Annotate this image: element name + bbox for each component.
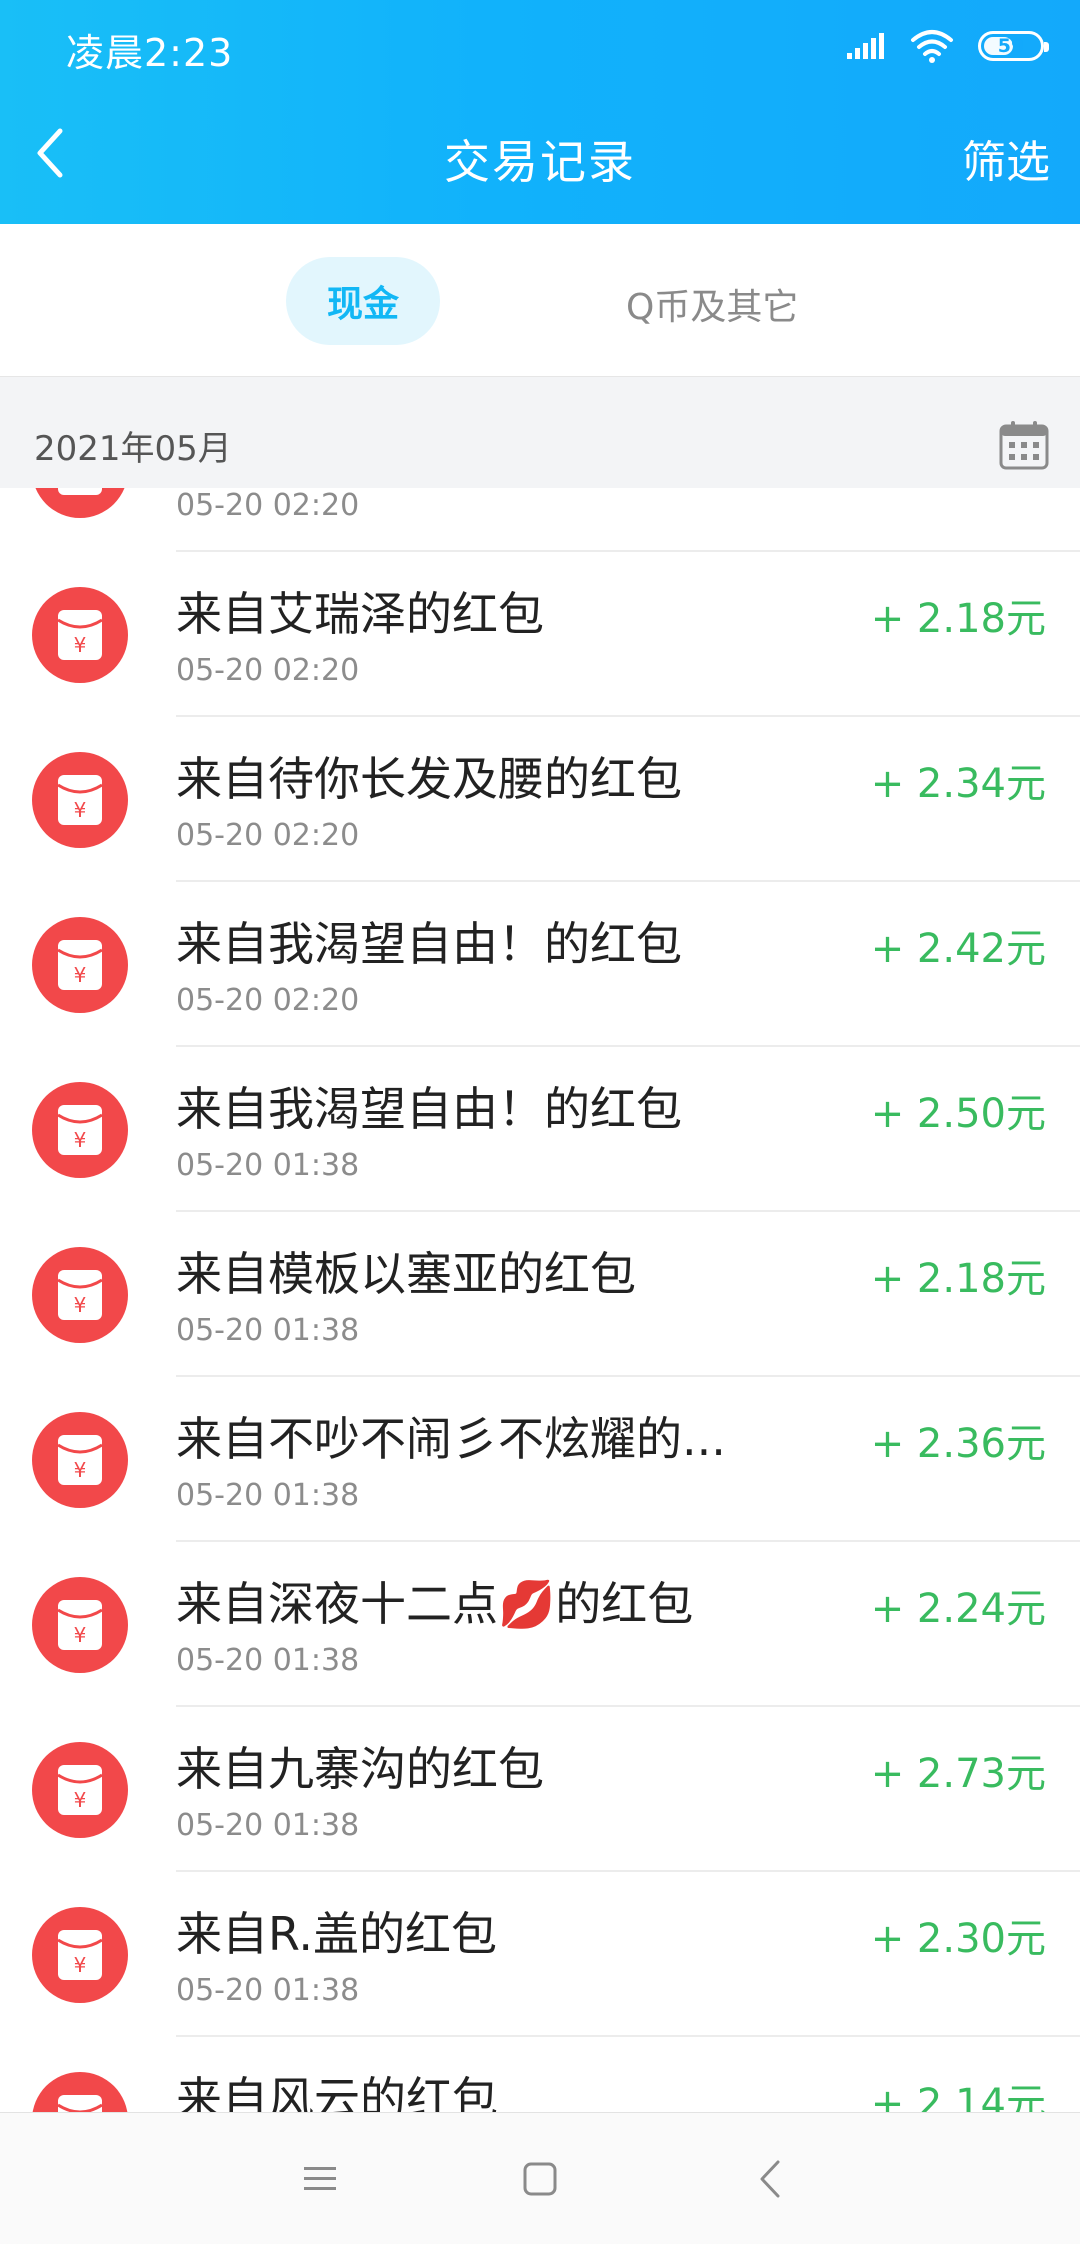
transaction-time: 05-20 01:38: [176, 1973, 360, 2008]
battery-icon: 59: [978, 31, 1049, 61]
transaction-time: 05-20 01:38: [176, 1478, 360, 1513]
transaction-amount: + 2.24元: [870, 1586, 1046, 1632]
transaction-time: 05-20 01:38: [176, 1148, 360, 1183]
svg-text:¥: ¥: [74, 1953, 87, 1977]
transaction-title: 来自模板以塞亚的红包: [176, 1247, 636, 1301]
red-packet-icon: ¥: [32, 1577, 128, 1673]
red-packet-icon: ¥: [32, 1412, 128, 1508]
tab-cash[interactable]: 现金: [286, 257, 440, 345]
transaction-title: 来自R.盖的红包: [176, 1907, 497, 1961]
svg-text:¥: ¥: [74, 1458, 87, 1482]
signal-icon: [847, 33, 884, 59]
filter-button[interactable]: 筛选: [962, 126, 1050, 190]
wifi-icon: [911, 30, 953, 63]
transaction-amount: + 2.42元: [870, 926, 1046, 972]
red-packet-icon: ¥: [32, 1742, 128, 1838]
transaction-row[interactable]: ¥ 来自艾瑞泽的红包 05-20 02:20 + 2.18元: [0, 552, 1080, 717]
transaction-row[interactable]: ¥ 来自我渴望自由！的红包 05-20 01:38 + 2.50元: [0, 1047, 1080, 1212]
red-packet-icon: ¥: [32, 488, 128, 518]
transaction-amount: + 2.18元: [870, 1256, 1046, 1302]
svg-text:¥: ¥: [74, 1293, 87, 1317]
transaction-time: 05-20 01:38: [176, 1313, 360, 1348]
svg-text:¥: ¥: [74, 1788, 87, 1812]
transaction-list[interactable]: ¥ 来自东土朝有后有的红包 05-20 02:20 + 2.—元 ¥ 来自艾瑞泽…: [0, 488, 1080, 2112]
transaction-row[interactable]: ¥ 来自九寨沟的红包 05-20 01:38 + 2.73元: [0, 1707, 1080, 1872]
tab-qcoin-other[interactable]: Q币及其它: [626, 278, 798, 330]
transaction-title: 来自风云的红包: [176, 2072, 498, 2112]
red-packet-icon: ¥: [32, 587, 128, 683]
system-nav-bar: [0, 2112, 1080, 2244]
transaction-title: 来自待你长发及腰的红包: [176, 752, 682, 806]
transaction-row[interactable]: ¥ 来自待你长发及腰的红包 05-20 02:20 + 2.34元: [0, 717, 1080, 882]
chevron-left-icon: [760, 2160, 780, 2198]
system-back-button[interactable]: [740, 2149, 800, 2209]
status-time: 凌晨2:23: [66, 31, 234, 75]
transaction-title: 来自我渴望自由！的红包: [176, 917, 682, 971]
transaction-time: 05-20 02:20: [176, 983, 360, 1018]
svg-text:¥: ¥: [74, 963, 87, 987]
transaction-amount: + 2.18元: [870, 596, 1046, 642]
transaction-title: 来自不吵不闹彡不炫耀的...: [176, 1412, 726, 1466]
transaction-title: 来自九寨沟的红包: [176, 1742, 544, 1796]
home-square-icon: [523, 2162, 557, 2196]
red-packet-icon: ¥: [32, 1907, 128, 2003]
red-packet-icon: ¥: [32, 1082, 128, 1178]
month-section-header: 2021年05月: [0, 376, 1080, 488]
transaction-amount: + 2.34元: [870, 761, 1046, 807]
transaction-amount: + 2.73元: [870, 1751, 1046, 1797]
tab-bar: 现金 Q币及其它: [0, 224, 1080, 376]
red-packet-icon: ¥: [32, 752, 128, 848]
app-header: 凌晨2:23 59 交易记录 筛选: [0, 0, 1080, 224]
transaction-amount: + 2.14元: [870, 2081, 1046, 2112]
transaction-row[interactable]: ¥ 来自我渴望自由！的红包 05-20 02:20 + 2.42元: [0, 882, 1080, 1047]
transaction-time: 05-20 01:38: [176, 1808, 360, 1843]
calendar-icon[interactable]: [998, 419, 1050, 471]
transaction-time: 05-20 02:20: [176, 653, 360, 688]
svg-text:¥: ¥: [74, 798, 87, 822]
month-label: 2021年05月: [34, 429, 232, 469]
transaction-amount: + 2.36元: [870, 1421, 1046, 1467]
transaction-row[interactable]: ¥ 来自东土朝有后有的红包 05-20 02:20 + 2.—元: [0, 488, 1080, 552]
page-title: 交易记录: [444, 135, 636, 189]
transaction-row[interactable]: ¥ 来自不吵不闹彡不炫耀的... 05-20 01:38 + 2.36元: [0, 1377, 1080, 1542]
svg-text:¥: ¥: [74, 633, 87, 657]
transaction-row[interactable]: ¥ 来自深夜十二点💋的红包 05-20 01:38 + 2.24元: [0, 1542, 1080, 1707]
transaction-list-content: ¥ 来自东土朝有后有的红包 05-20 02:20 + 2.—元 ¥ 来自艾瑞泽…: [0, 488, 1080, 2112]
menu-icon: [304, 2167, 336, 2190]
transaction-time: 05-20 02:20: [176, 488, 360, 523]
transaction-row[interactable]: ¥ 来自风云的红包 05-20 01:38 + 2.14元: [0, 2037, 1080, 2112]
transaction-time: 05-20 01:38: [176, 1643, 360, 1678]
svg-text:¥: ¥: [74, 488, 87, 492]
transaction-amount: + 2.30元: [870, 1916, 1046, 1962]
transaction-title: 来自我渴望自由！的红包: [176, 1082, 682, 1136]
red-packet-icon: ¥: [32, 2072, 128, 2112]
transaction-amount: + 2.50元: [870, 1091, 1046, 1137]
transaction-title: 来自深夜十二点💋的红包: [176, 1577, 694, 1631]
transaction-row[interactable]: ¥ 来自模板以塞亚的红包 05-20 01:38 + 2.18元: [0, 1212, 1080, 1377]
svg-text:¥: ¥: [74, 1623, 87, 1647]
transaction-time: 05-20 02:20: [176, 818, 360, 853]
home-button[interactable]: [510, 2149, 570, 2209]
status-icons: 59: [846, 26, 1049, 66]
transaction-title: 来自艾瑞泽的红包: [176, 587, 544, 641]
transaction-row[interactable]: ¥ 来自R.盖的红包 05-20 01:38 + 2.30元: [0, 1872, 1080, 2037]
red-packet-icon: ¥: [32, 1247, 128, 1343]
battery-level: 59: [997, 35, 1025, 57]
svg-text:¥: ¥: [74, 1128, 87, 1152]
red-packet-icon: ¥: [32, 917, 128, 1013]
menu-button[interactable]: [290, 2149, 350, 2209]
